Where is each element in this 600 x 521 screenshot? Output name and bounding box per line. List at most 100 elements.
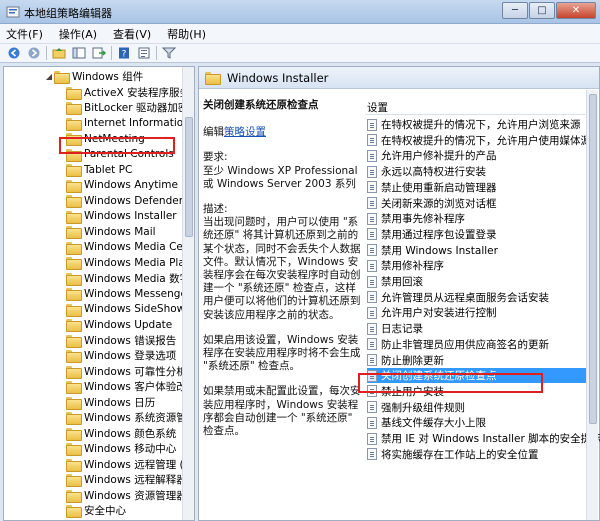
policy-setting-row[interactable]: 防止非管理员应用供应商签名的更新 [367,337,595,352]
tree-item[interactable]: Windows 资源管理器 [56,488,187,503]
tree-item[interactable]: Windows Messenger [56,286,191,301]
policy-setting-row[interactable]: 将实施缓存在工作站上的安全位置 [367,447,595,462]
policy-setting-row[interactable]: 强制升级组件规则 [367,400,595,415]
tree-item-label: Tablet PC [84,163,133,176]
tree-item[interactable]: Windows Defender [56,193,183,208]
menu-view[interactable]: 查看(V) [113,26,151,42]
tree-item[interactable]: Windows 客户体验改进 [56,379,194,394]
policy-setting-label: 禁用通过程序包设置登录 [381,228,497,241]
up-icon[interactable] [51,46,67,61]
expand-arrow-icon[interactable]: ◢ [44,72,54,81]
policy-setting-row[interactable]: 禁用回滚 [367,274,595,289]
tree-item-label: Windows Update [84,318,173,331]
policy-setting-icon [367,212,377,225]
policy-setting-row[interactable]: 关闭新来源的浏览对话框 [367,196,595,211]
policy-setting-row[interactable]: 永远以高特权进行安装 [367,164,595,179]
tree-item[interactable]: BitLocker 驱动器加密 [56,100,188,115]
tree-item[interactable]: Windows 日历 [56,395,155,410]
settings-scrollbar[interactable] [586,90,598,520]
folder-icon [66,427,82,441]
properties-icon[interactable] [136,46,152,61]
maximize-button[interactable]: □ [529,2,555,19]
policy-setting-row[interactable]: 允许用户对安装进行控制 [367,305,595,320]
tree-item[interactable]: Windows 远程解释器 [56,472,187,487]
menu-action[interactable]: 操作(A) [59,26,97,42]
folder-icon [205,72,221,85]
tree-item[interactable]: Windows Media Cen [56,240,190,255]
folder-icon [66,210,82,224]
tree-scrollbar-thumb[interactable] [185,117,193,237]
folder-icon [66,303,82,317]
policy-setting-icon [367,134,377,147]
policy-setting-row[interactable]: 禁用 Windows Installer [367,243,595,258]
tree-scrollbar[interactable] [182,67,194,520]
tree-item[interactable]: Windows Mail [56,224,156,239]
policy-setting-row[interactable]: 允许用户修补提升的产品 [367,148,595,163]
menu-help[interactable]: 帮助(H) [167,26,206,42]
tree-item[interactable]: Windows Installer [56,209,177,224]
tree-item-label: 安全中心 [84,505,126,517]
policy-setting-icon [367,448,377,461]
policy-setting-row[interactable]: 日志记录 [367,321,595,336]
tree-item[interactable]: Windows 远程管理 (V [56,457,191,472]
tree-item[interactable]: Windows 颜色系统 [56,426,176,441]
title-bar: 本地组策略编辑器 ─ □ ✕ [0,0,600,24]
policy-setting-row[interactable]: 防止删除更新 [367,353,595,368]
folder-icon [66,272,82,286]
policy-setting-row[interactable]: 禁止使用重新启动管理器 [367,180,595,195]
tree-item[interactable]: Windows 移动中心 [56,441,176,456]
navigation-tree: ◢ Windows 组件 ActiveX 安装程序服务 BitLocker 驱动器加密… [3,66,195,521]
policy-setting-row[interactable]: 禁用事先修补程序 [367,211,595,226]
policy-setting-label: 在特权被提升的情况下，允许用户浏览来源 [381,119,581,131]
folder-icon [66,117,82,131]
tree-item[interactable]: Tablet PC [56,162,132,177]
show-tree-icon[interactable] [71,46,87,61]
folder-icon [66,179,82,193]
policy-setting-row[interactable]: 禁用通过程序包设置登录 [367,227,595,242]
settings-column-header[interactable]: 设置 [367,100,388,115]
policy-setting-label: 关闭新来源的浏览对话框 [381,197,497,210]
policy-setting-row[interactable]: 在特权被提升的情况下，允许用户浏览来源 [367,117,595,132]
forward-icon[interactable] [26,46,42,61]
tree-item[interactable]: Windows 登录选项 [56,348,176,363]
tree-item-label: Windows Media Play [84,256,191,269]
tree-item[interactable]: Windows 可靠性分析 [56,364,187,379]
tree-item[interactable]: Windows Anytime Up [56,178,194,193]
tree-item[interactable]: Windows 错误报告 [56,333,176,348]
tree-item[interactable]: Windows 系统资源管理 [56,410,194,425]
tree-item[interactable]: Internet Information [56,116,190,131]
policy-setting-label: 将实施缓存在工作站上的安全位置 [381,448,539,461]
tree-item-label: Windows Messenger [84,287,192,300]
policy-setting-row[interactable]: 禁用 IE 对 Windows Installer 脚本的安全提示 [367,431,600,446]
policy-setting-icon [367,259,377,272]
policy-setting-row[interactable]: 允许管理员从远程桌面服务会话安装 [367,290,595,305]
tree-item[interactable]: ◢ Windows 组件 [44,69,143,84]
minimize-button[interactable]: ─ [502,2,528,19]
tree-item-label: ActiveX 安装程序服务 [84,86,191,99]
tree-item-label: Windows 错误报告 [84,334,177,347]
menu-file[interactable]: 文件(F) [6,26,43,42]
policy-setting-label: 在特权被提升的情况下，允许用户使用媒体源 [381,134,591,147]
edit-policy-link[interactable]: 策略设置 [224,126,266,138]
tree-item[interactable]: ActiveX 安装程序服务 [56,85,190,100]
help-icon[interactable]: ? [116,46,132,61]
folder-icon [66,241,82,255]
folder-icon [66,288,82,301]
back-icon[interactable] [6,46,22,61]
settings-scrollbar-thumb[interactable] [589,94,597,424]
panel-header: Windows Installer [199,67,599,89]
tree-item-label: Windows Media 数字 [84,272,191,285]
export-icon[interactable] [91,46,107,61]
policy-setting-row[interactable]: 基线文件缓存大小上限 [367,415,595,430]
filter-icon[interactable] [161,46,177,61]
tree-item[interactable]: 安全中心 [56,503,126,518]
close-button[interactable]: ✕ [556,2,596,19]
policy-setting-row[interactable]: 在特权被提升的情况下，允许用户使用媒体源 [367,133,595,148]
tree-item[interactable]: Windows SideShow [56,302,185,317]
policy-setting-row[interactable]: 禁用修补程序 [367,258,595,273]
tree-item[interactable]: Windows Update [56,317,172,332]
policy-setting-label: 永远以高特权进行安装 [381,166,486,179]
tree-item[interactable]: Windows Media Play [56,255,191,270]
policy-setting-icon [367,354,377,366]
tree-item[interactable]: Windows Media 数字 [56,271,190,286]
